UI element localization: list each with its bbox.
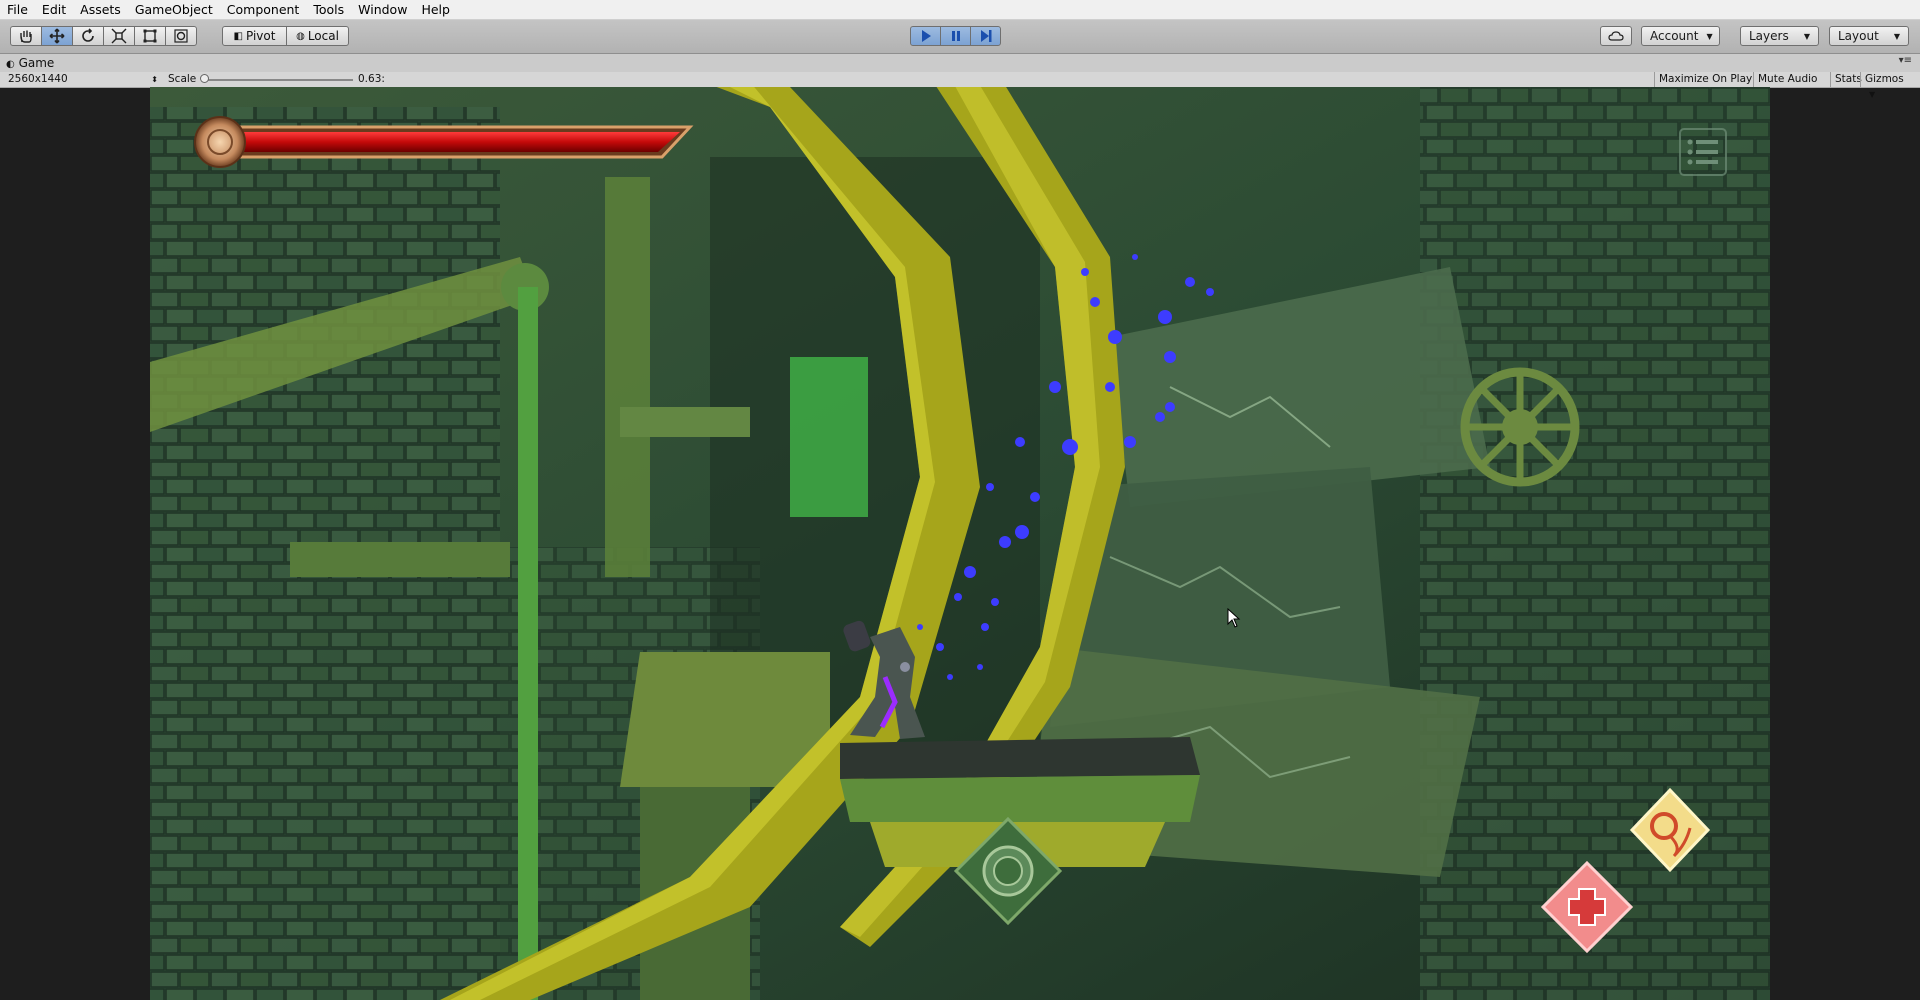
gizmos-label: Gizmos (1865, 73, 1904, 85)
chevron-down-icon: ▼ (1706, 31, 1713, 41)
game-tab-header: ◐ Game ▾≡ (0, 54, 1920, 73)
pause-icon (951, 31, 960, 41)
rotate-tool-button[interactable] (72, 26, 104, 46)
transform-tool-button[interactable] (165, 26, 197, 46)
rect-tool-icon (143, 29, 157, 43)
pause-menu-button[interactable] (1678, 127, 1728, 177)
chevron-down-icon: ▼ (1893, 31, 1900, 41)
game-tab-label: Game (18, 56, 55, 70)
pivot-toggle-group: ◧ Pivot ◍ Local (222, 26, 349, 46)
menu-component[interactable]: Component (220, 0, 307, 19)
playback-controls (910, 26, 1001, 46)
main-toolbar: ◧ Pivot ◍ Local Account ▼ Layers ▼ Layou… (0, 20, 1920, 54)
stone-platform-top (840, 737, 1200, 779)
game-viewport[interactable] (150, 87, 1770, 1000)
pipe-small (620, 407, 750, 437)
menu-gameobject[interactable]: GameObject (128, 0, 220, 19)
account-label: Account (1650, 29, 1699, 43)
mute-audio-toggle[interactable]: Mute Audio (1753, 72, 1821, 87)
maximize-on-play-toggle[interactable]: Maximize On Play (1654, 72, 1756, 87)
play-icon (921, 30, 931, 42)
layout-dropdown[interactable]: Layout ▼ (1829, 26, 1909, 46)
menu-assets[interactable]: Assets (73, 0, 128, 19)
game-tab-icon: ◐ (6, 59, 15, 70)
pipe-horizontal (290, 542, 510, 577)
pipe-vertical (605, 177, 650, 577)
pivot-icon: ◧ (233, 30, 243, 42)
green-pole (518, 287, 538, 1000)
brick-wall-right (1420, 87, 1770, 1000)
transform-tools (10, 26, 197, 46)
scale-label: Scale (168, 73, 197, 85)
hand-tool-icon (20, 30, 32, 43)
menu-bar: File Edit Assets GameObject Component To… (0, 0, 1920, 20)
chevron-updown-icon: ⬍ (151, 75, 158, 84)
cloud-icon (1608, 31, 1624, 41)
collab-cloud-button[interactable] (1600, 26, 1632, 46)
menu-file[interactable]: File (0, 0, 35, 19)
gizmos-dropdown[interactable]: Gizmos ▼ (1860, 72, 1920, 99)
health-bar-fill (226, 132, 680, 152)
rotate-tool-icon (82, 28, 94, 42)
layers-label: Layers (1749, 29, 1789, 43)
play-button[interactable] (910, 26, 941, 46)
stone-platform-front (840, 775, 1200, 822)
local-button[interactable]: ◍ Local (286, 26, 349, 46)
chevron-down-icon: ▼ (1869, 90, 1876, 99)
menu-help[interactable]: Help (414, 0, 457, 19)
scale-slider-track[interactable] (205, 79, 353, 81)
move-tool-button[interactable] (41, 26, 73, 46)
transform-tool-icon (174, 29, 188, 43)
health-orb-icon (194, 116, 246, 168)
mouse-cursor-icon (1227, 608, 1241, 628)
hand-tool-button[interactable] (10, 26, 42, 46)
pivot-label: Pivot (245, 29, 276, 43)
game-scene (150, 87, 1770, 1000)
local-icon: ◍ (296, 30, 305, 42)
menu-edit[interactable]: Edit (35, 0, 73, 19)
scale-slider-handle[interactable] (200, 74, 209, 83)
step-icon (980, 30, 991, 42)
green-window (790, 357, 868, 517)
menu-list-icon (1679, 128, 1727, 176)
layers-dropdown[interactable]: Layers ▼ (1740, 26, 1819, 46)
rect-tool-button[interactable] (134, 26, 166, 46)
pivot-button[interactable]: ◧ Pivot (222, 26, 287, 46)
pause-button[interactable] (940, 26, 971, 46)
scale-tool-icon (111, 28, 127, 44)
resolution-label: 2560x1440 (8, 73, 68, 85)
layout-label: Layout (1838, 29, 1879, 43)
chevron-down-icon: ▼ (1803, 31, 1810, 41)
game-view-toolbar: 2560x1440 ⬍ Scale 0.63: Maximize On Play… (0, 72, 1920, 99)
menu-tools[interactable]: Tools (306, 0, 351, 19)
tab-game[interactable]: ◐ Game (6, 54, 54, 72)
scale-tool-button[interactable] (103, 26, 135, 46)
step-button[interactable] (970, 26, 1001, 46)
scale-value: 0.63: (358, 73, 385, 85)
resolution-dropdown[interactable]: 2560x1440 ⬍ (8, 72, 158, 87)
tab-menu-icon[interactable]: ▾≡ (1899, 55, 1912, 66)
local-label: Local (307, 29, 339, 43)
move-tool-icon (49, 28, 65, 44)
account-dropdown[interactable]: Account ▼ (1641, 26, 1720, 46)
menu-window[interactable]: Window (351, 0, 414, 19)
valve-wheel (1460, 367, 1580, 487)
